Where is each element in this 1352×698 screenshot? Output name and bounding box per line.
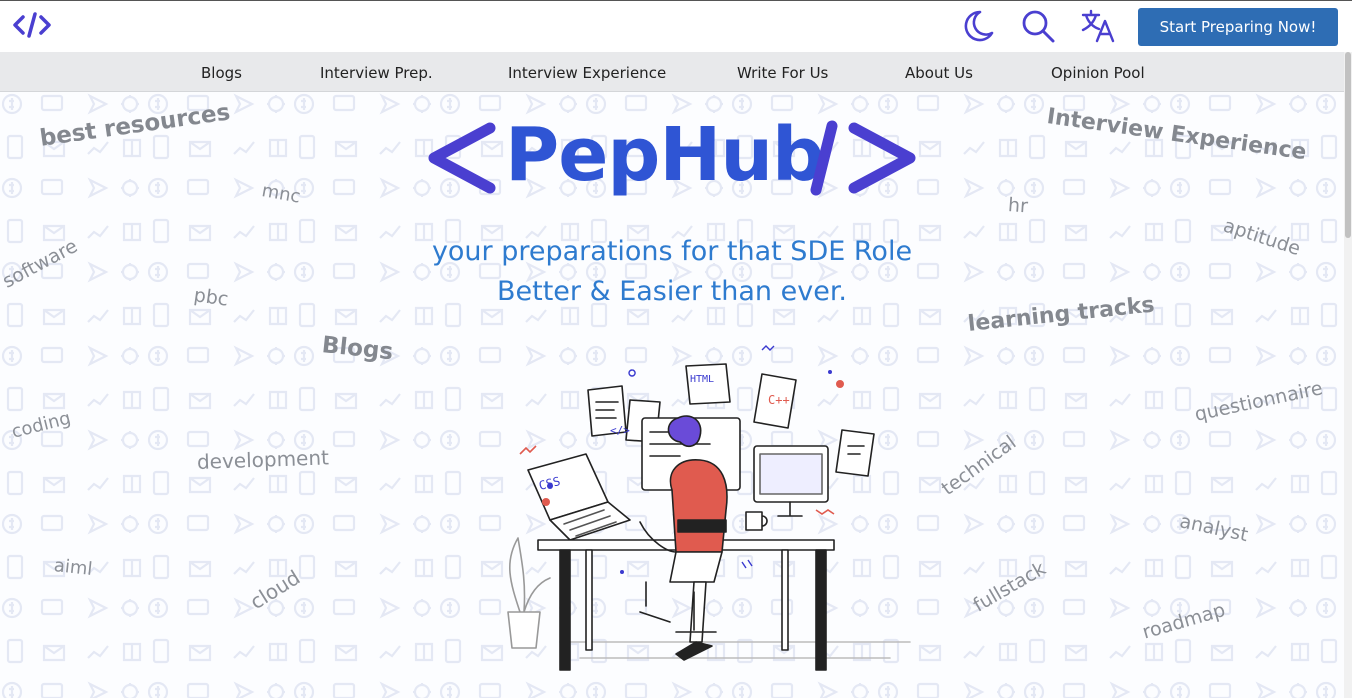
hero-section: PepHub your preparations for that SDE Ro… (0, 92, 1344, 698)
nav-item-interview-experience[interactable]: Interview Experience (508, 64, 666, 82)
keyword-pbc: pbc (192, 284, 230, 311)
slash-right-bracket-icon (810, 120, 916, 196)
tagline-line-1: your preparations for that SDE Role (431, 236, 913, 267)
nav-item-interview-prep[interactable]: Interview Prep. (320, 64, 433, 82)
note-html-label: HTML (690, 374, 714, 385)
keyword-aiml: aiml (52, 555, 94, 580)
nav-item-write-for-us[interactable]: Write For Us (737, 64, 828, 82)
brand-title: PepHub (505, 112, 825, 198)
moon-icon[interactable] (958, 7, 996, 45)
left-angle-bracket-icon (428, 122, 496, 194)
keyword-hr: hr (1007, 194, 1029, 218)
search-icon[interactable] (1019, 7, 1057, 45)
code-brackets-icon[interactable] (12, 9, 52, 41)
keyword-development: development (196, 445, 330, 474)
note-cpp-label: C++ (768, 393, 790, 407)
start-preparing-button[interactable]: Start Preparing Now! (1138, 8, 1338, 46)
page-scrollbar[interactable] (1344, 52, 1352, 698)
top-bar: Start Preparing Now! (0, 0, 1352, 52)
code-tag-label: </> (610, 424, 630, 437)
developer-at-desk-illustration: CSS HTML C++ </> (507, 345, 911, 671)
scrollbar-thumb[interactable] (1345, 52, 1351, 238)
translate-icon[interactable] (1079, 7, 1117, 45)
main-nav: Blogs Interview Prep. Interview Experien… (0, 52, 1344, 92)
nav-item-blogs[interactable]: Blogs (201, 64, 242, 82)
nav-item-about-us[interactable]: About Us (905, 64, 973, 82)
nav-item-opinion-pool[interactable]: Opinion Pool (1051, 64, 1145, 82)
